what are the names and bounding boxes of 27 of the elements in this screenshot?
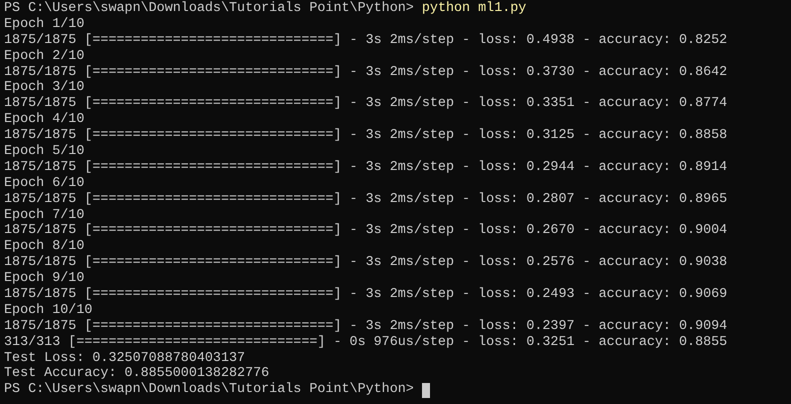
prompt-text: PS C:\Users\swapn\Downloads\Tutorials Point\Python> — [4, 1, 414, 17]
command-text: python ml1.py — [422, 1, 526, 17]
text-cursor — [422, 382, 430, 398]
output-line: 1875/1875 [==============================] - 3s 2ms/step - loss: 0.2493 - accuracy: 0.9069 — [4, 287, 728, 303]
output-line: 1875/1875 [==============================] - 3s 2ms/step - loss: 0.2944 - accuracy: 0.8914 — [4, 160, 728, 176]
output-line: 1875/1875 [==============================] - 3s 2ms/step - loss: 0.3730 - accuracy: 0.8642 — [4, 64, 728, 80]
output-line: 1875/1875 [==============================] - 3s 2ms/step - loss: 0.4938 - accuracy: 0.8252 — [4, 32, 728, 49]
output-line: 1875/1875 [==============================] - 3s 2ms/step - loss: 0.2576 - accuracy: 0.9038 — [4, 255, 728, 271]
output-line: Test Accuracy: 0.8855000138282776 — [4, 366, 270, 382]
prompt-text: PS C:\Users\swapn\Downloads\Tutorials Point\Python> — [4, 382, 414, 398]
output-line: 1875/1875 [==============================] - 3s 2ms/step - loss: 0.3125 - accuracy: 0.8858 — [4, 128, 728, 144]
output-line: Epoch 7/10 — [4, 208, 84, 223]
output-line: Test Loss: 0.32507088780403137 — [4, 350, 246, 366]
output-line: Epoch 8/10 — [4, 239, 84, 255]
output-line: Epoch 1/10 — [4, 16, 84, 33]
output-line: Epoch 2/10 — [4, 48, 84, 65]
output-line: Epoch 10/10 — [4, 302, 92, 319]
output-line: Epoch 9/10 — [4, 271, 84, 287]
output-line: 1875/1875 [==============================] - 3s 2ms/step - loss: 0.2397 - accuracy: 0.9094 — [4, 318, 728, 335]
output-line: Epoch 6/10 — [4, 176, 84, 192]
output-line: Epoch 3/10 — [4, 80, 84, 96]
output-line: Epoch 4/10 — [4, 112, 84, 128]
output-line: Epoch 5/10 — [4, 144, 84, 160]
output-line: 313/313 [==============================] - 0s 976us/step - loss: 0.3251 - accuracy: 0.8855 — [4, 334, 728, 351]
output-line: 1875/1875 [==============================] - 3s 2ms/step - loss: 0.2807 - accuracy: 0.8965 — [4, 192, 728, 208]
output-line: 1875/1875 [==============================] - 3s 2ms/step - loss: 0.2670 - accuracy: 0.9004 — [4, 223, 728, 239]
output-line: 1875/1875 [==============================] - 3s 2ms/step - loss: 0.3351 - accuracy: 0.8774 — [4, 96, 728, 112]
